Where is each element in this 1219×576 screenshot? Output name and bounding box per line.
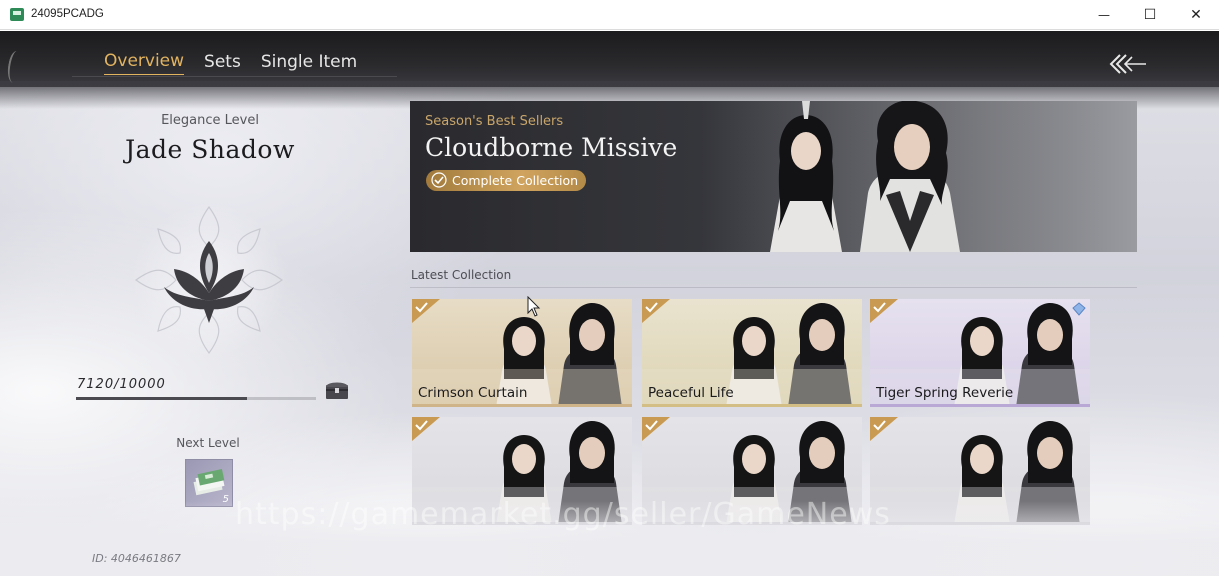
card-underglow: [870, 404, 1090, 407]
owned-check-icon: [412, 299, 440, 323]
tab-sets[interactable]: Sets: [204, 52, 241, 75]
featured-characters-art: [710, 101, 1137, 252]
banner-title: Cloudborne Missive: [425, 133, 678, 162]
elegance-progress-fill: [76, 397, 247, 400]
tab-overview[interactable]: Overview: [104, 51, 185, 75]
card-name: Peaceful Life: [648, 385, 734, 401]
elegance-level-name: Jade Shadow: [125, 135, 295, 164]
banner-subtitle: Season's Best Sellers: [425, 114, 564, 129]
close-button[interactable]: ✕: [1173, 0, 1219, 30]
app-icon: [10, 8, 24, 21]
owned-check-icon: [870, 299, 898, 323]
card-name: Tiger Spring Reverie: [876, 385, 1014, 401]
tab-single-item[interactable]: Single Item: [261, 52, 357, 75]
mouse-cursor-icon: [527, 296, 541, 317]
watermark-text: https://gamemarket.gg/seller/GameNews: [235, 497, 891, 532]
elegance-progress-text: 7120/10000: [77, 377, 166, 392]
check-icon: [431, 172, 447, 188]
diamond-icon: [1072, 302, 1086, 316]
latest-collection-label: Latest Collection: [411, 268, 512, 282]
chest-icon[interactable]: [325, 380, 349, 400]
latest-collection-divider: [410, 287, 1137, 288]
tab-divider: [72, 76, 397, 77]
next-level-label: Next Level: [176, 436, 240, 450]
minimize-button[interactable]: —: [1081, 0, 1127, 30]
card-name: Crimson Curtain: [418, 385, 528, 401]
window-title: 24095PCADG: [31, 8, 104, 20]
badge-label: Complete Collection: [452, 173, 579, 188]
complete-collection-badge: Complete Collection: [426, 170, 587, 191]
elegance-progress-bar: [76, 397, 316, 400]
card-underglow: [642, 404, 862, 407]
owned-check-icon: [870, 417, 898, 441]
collection-card[interactable]: Peaceful Life: [642, 299, 862, 407]
window-titlebar: 24095PCADG — ☐ ✕: [0, 0, 1219, 30]
owned-check-icon: [412, 417, 440, 441]
owned-check-icon: [642, 417, 670, 441]
collection-card[interactable]: Tiger Spring Reverie: [870, 299, 1090, 407]
elegance-level-label: Elegance Level: [161, 113, 259, 128]
collection-card[interactable]: Crimson Curtain: [412, 299, 632, 407]
owned-check-icon: [642, 299, 670, 323]
maximize-button[interactable]: ☐: [1127, 0, 1173, 30]
back-arrow-icon[interactable]: [1106, 51, 1148, 77]
game-window: 24095PCADG — ☐ ✕ Overview Sets Single It…: [0, 0, 1219, 576]
featured-banner[interactable]: Season's Best Sellers Cloudborne Missive…: [410, 101, 1137, 252]
card-underglow: [412, 404, 632, 407]
lotus-icon: [131, 202, 287, 358]
game-screen: Overview Sets Single Item Elegance Level…: [0, 31, 1219, 576]
next-level-reward[interactable]: 5: [185, 459, 233, 507]
tab-bar: Overview Sets Single Item: [104, 51, 357, 75]
player-id: ID: 4046461867: [92, 552, 181, 565]
